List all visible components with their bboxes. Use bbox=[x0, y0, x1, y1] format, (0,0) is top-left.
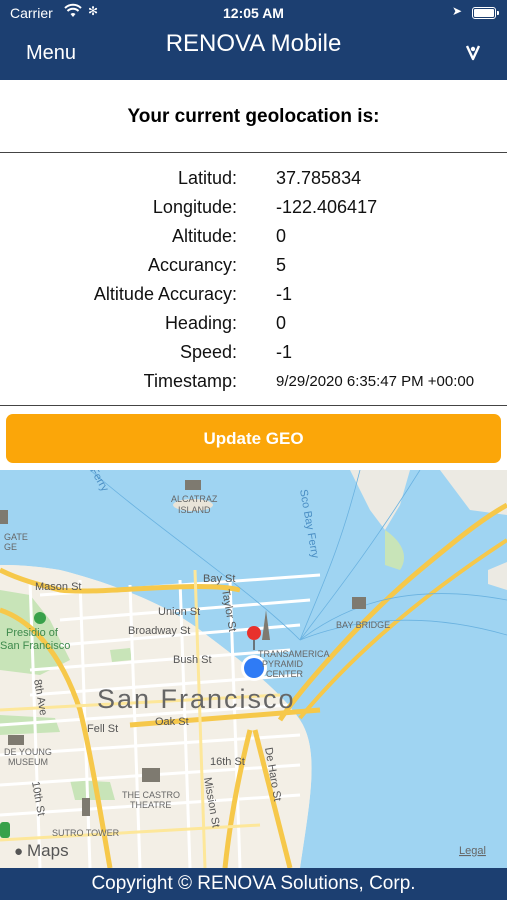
map-canvas: Bay St Union St Broadway St Bush St Oak … bbox=[0, 470, 507, 868]
speed-row: Speed: -1 bbox=[0, 338, 507, 367]
apple-logo-icon: ● bbox=[14, 843, 23, 860]
oak-st-label: Oak St bbox=[155, 716, 189, 728]
sutro-tower-icon bbox=[82, 798, 90, 816]
de-young-icon bbox=[8, 735, 24, 745]
transamerica-label-2: PYRAMID bbox=[262, 659, 304, 669]
presidio-label-1: Presidio of bbox=[6, 627, 59, 639]
location-pin-check-icon[interactable] bbox=[464, 43, 482, 61]
union-st-label: Union St bbox=[158, 606, 200, 618]
altitude-accuracy-value: -1 bbox=[276, 284, 293, 304]
longitude-label: Longitude: bbox=[152, 197, 237, 217]
user-location-dot bbox=[244, 658, 264, 678]
footer-copyright: Copyright © RENOVA Solutions, Corp. bbox=[0, 868, 507, 900]
map-view[interactable]: Bay St Union St Broadway St Bush St Oak … bbox=[0, 470, 507, 868]
bay-st-label: Bay St bbox=[203, 573, 235, 585]
bay-bridge-icon bbox=[352, 597, 366, 609]
altitude-value: 0 bbox=[276, 226, 287, 246]
castro-label-2: THEATRE bbox=[130, 800, 171, 810]
heading-label: Heading: bbox=[164, 313, 237, 333]
golden-gate-icon bbox=[0, 510, 8, 524]
city-label: San Francisco bbox=[97, 684, 296, 714]
latitude-row: Latitud: 37.785834 bbox=[0, 164, 507, 193]
battery-icon bbox=[472, 7, 499, 19]
app-title: RENOVA Mobile bbox=[165, 30, 342, 57]
timestamp-value: 9/29/2020 6:35:47 PM +00:00 bbox=[276, 373, 475, 390]
longitude-row: Longitude: -122.406417 bbox=[0, 193, 507, 222]
golden-gate-label-2: GE bbox=[4, 542, 17, 552]
alcatraz-icon bbox=[185, 480, 201, 490]
sutro-tower-label: SUTRO TOWER bbox=[52, 828, 120, 838]
timestamp-label: Timestamp: bbox=[143, 371, 237, 391]
timestamp-row: Timestamp: 9/29/2020 6:35:47 PM +00:00 bbox=[0, 367, 507, 396]
alcatraz-label-1: ALCATRAZ bbox=[171, 494, 218, 504]
heading-value: 0 bbox=[276, 313, 287, 333]
transamerica-label-3: CENTER bbox=[266, 669, 304, 679]
status-bar: Carrier ✻ 12:05 AM ➤ bbox=[0, 0, 507, 26]
altitude-accuracy-label: Altitude Accuracy: bbox=[93, 284, 237, 304]
accuracy-row: Accurancy: 5 bbox=[0, 251, 507, 280]
altitude-row: Altitude: 0 bbox=[0, 222, 507, 251]
altitude-accuracy-row: Altitude Accuracy: -1 bbox=[0, 280, 507, 309]
update-geo-button[interactable]: Update GEO bbox=[6, 414, 501, 463]
castro-label-1: THE CASTRO bbox=[122, 790, 180, 800]
legal-link[interactable]: Legal bbox=[459, 845, 486, 857]
geolocation-heading: Your current geolocation is: bbox=[0, 80, 507, 153]
maps-brand-label: Maps bbox=[27, 841, 69, 860]
nav-bar: Menu RENOVA Mobile bbox=[0, 26, 507, 80]
fell-st-label: Fell St bbox=[87, 723, 118, 735]
broadway-st-label: Broadway St bbox=[128, 625, 190, 637]
park-marker bbox=[0, 822, 10, 838]
golden-gate-label-1: GATE bbox=[4, 532, 28, 542]
de-young-label-2: MUSEUM bbox=[8, 757, 48, 767]
speed-value: -1 bbox=[276, 342, 293, 362]
clock: 12:05 AM bbox=[223, 5, 284, 21]
altitude-label: Altitude: bbox=[171, 226, 237, 246]
geolocation-table: Latitud: 37.785834 Longitude: -122.40641… bbox=[0, 154, 507, 406]
speed-label: Speed: bbox=[179, 342, 237, 362]
castro-icon bbox=[142, 768, 160, 782]
presidio-label-2: San Francisco bbox=[0, 640, 70, 652]
alcatraz-label-2: ISLAND bbox=[178, 505, 211, 515]
bay-bridge-label: BAY BRIDGE bbox=[336, 620, 390, 630]
longitude-value: -122.406417 bbox=[276, 197, 378, 217]
bush-st-label: Bush St bbox=[173, 654, 212, 666]
accuracy-label: Accurancy: bbox=[147, 255, 237, 275]
transamerica-label-1: TRANSAMERICA bbox=[258, 649, 330, 659]
presidio-pin bbox=[34, 612, 46, 624]
accuracy-value: 5 bbox=[276, 255, 287, 275]
latitude-label: Latitud: bbox=[177, 168, 237, 188]
location-arrow-icon: ➤ bbox=[452, 4, 463, 18]
small-park-2 bbox=[110, 648, 132, 662]
16th-st-label: 16th St bbox=[210, 756, 245, 768]
de-young-label-1: DE YOUNG bbox=[4, 747, 52, 757]
heading-row: Heading: 0 bbox=[0, 309, 507, 338]
mason-st-label: Mason St bbox=[35, 581, 81, 593]
latitude-value: 37.785834 bbox=[276, 168, 362, 188]
